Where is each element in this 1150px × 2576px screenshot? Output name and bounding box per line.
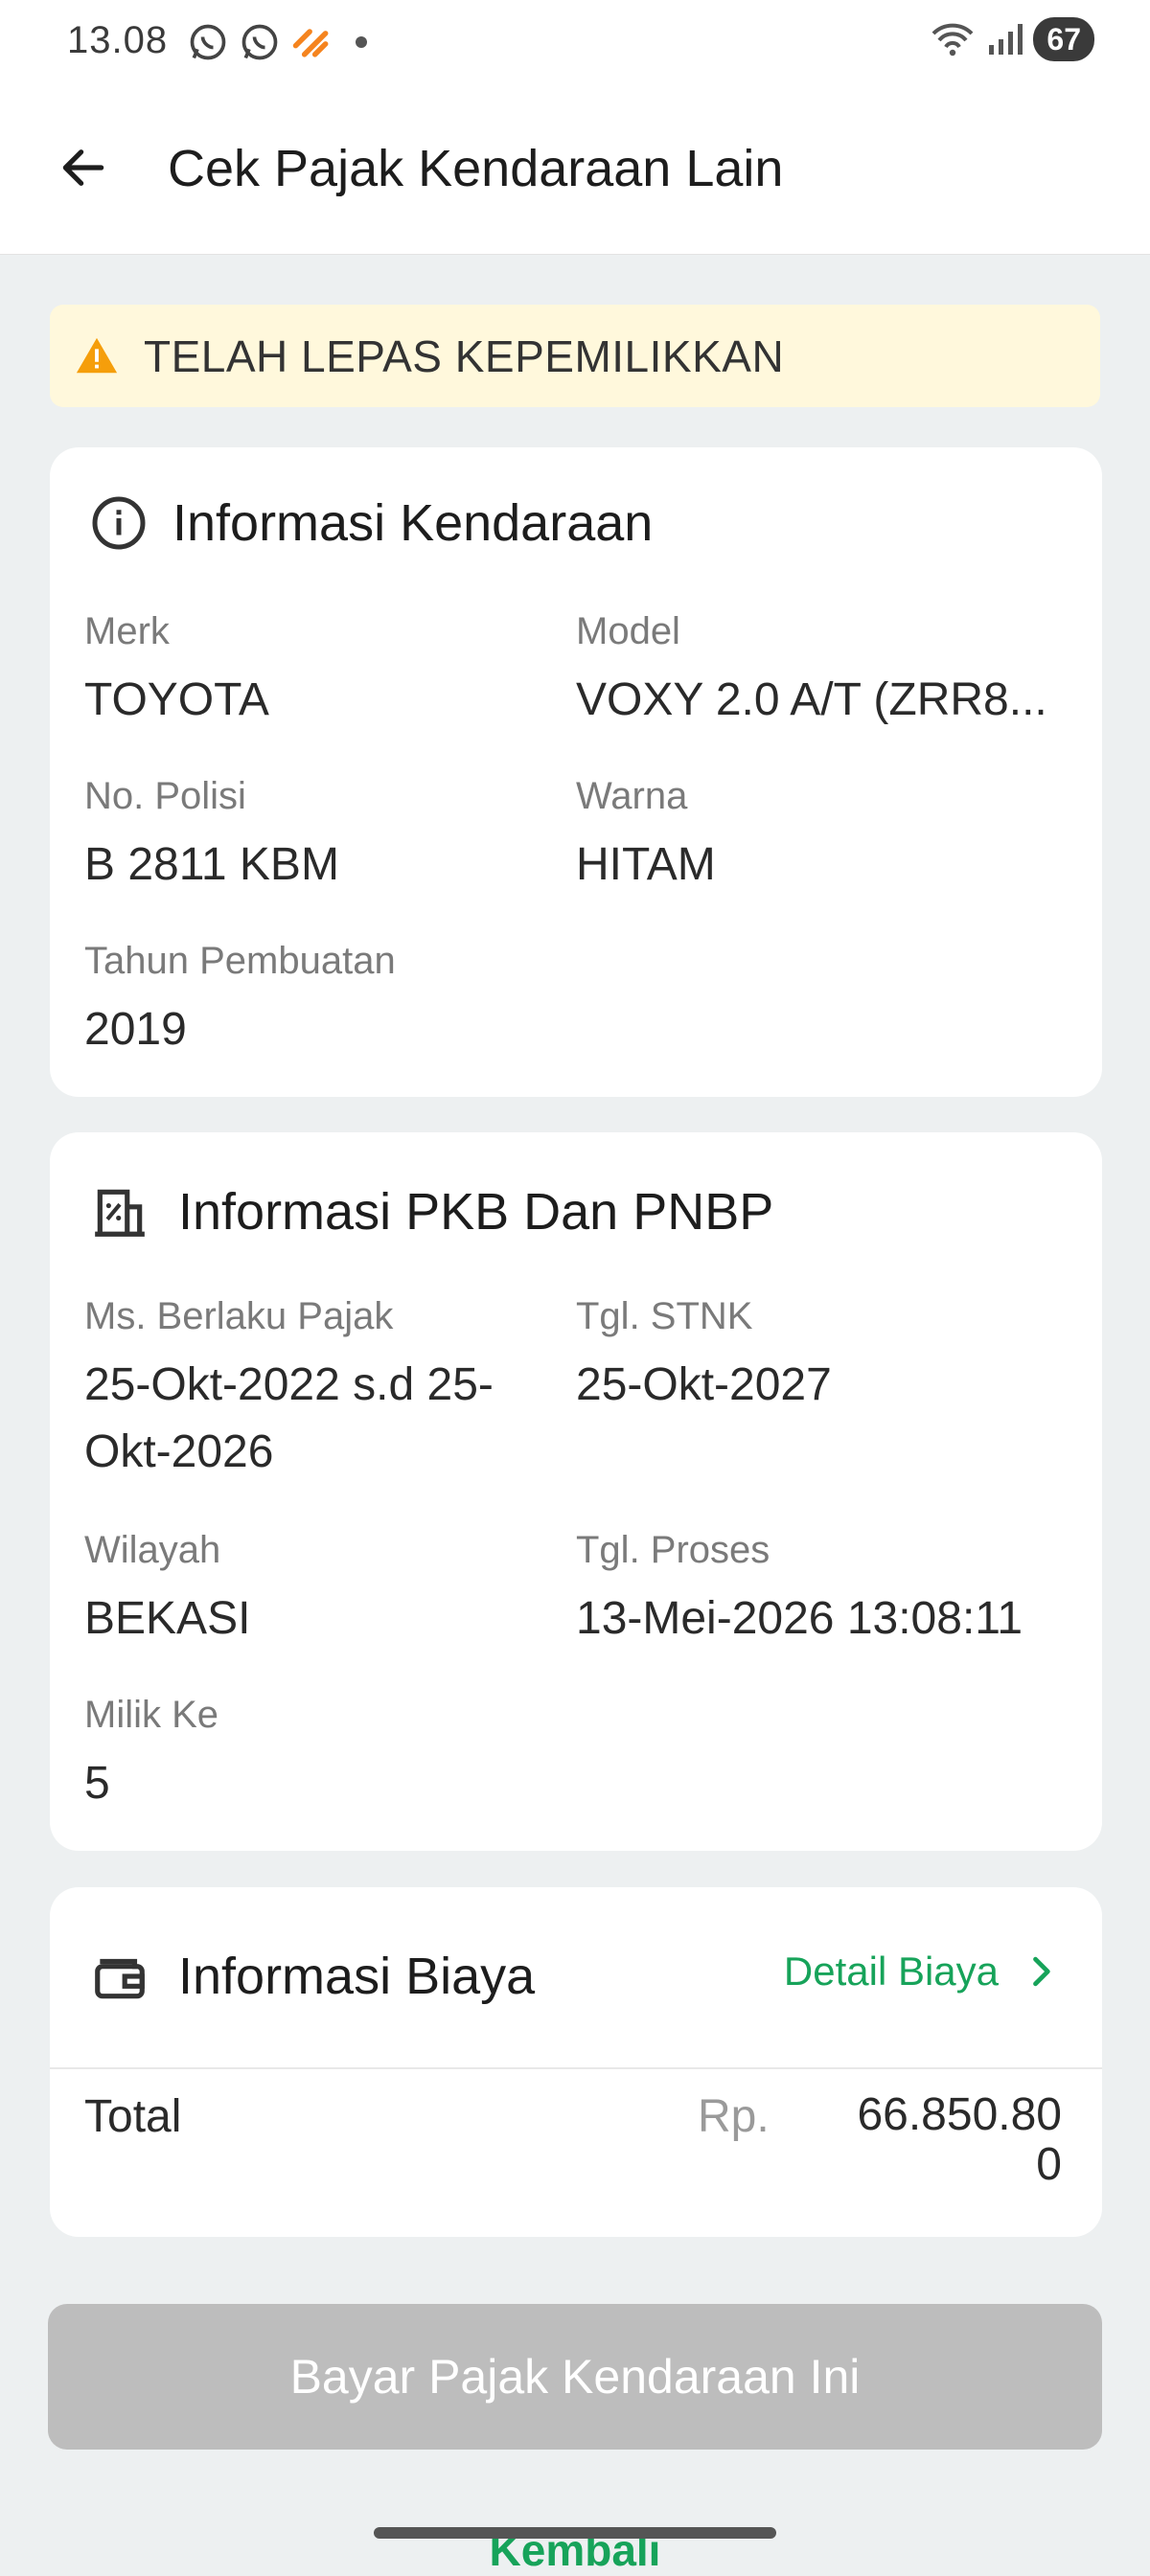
field-label: Model [576,610,680,652]
field-milik-ke: Milik Ke 5 [84,1694,218,1817]
field-value: 2019 [84,1004,187,1055]
arrow-left-icon [62,149,104,186]
field-value: 25-Okt-2022 s.d 25-Okt-2026 [84,1359,494,1477]
info-icon [92,496,146,550]
field-label: Ms. Berlaku Pajak [84,1295,394,1337]
pkb-info-card: Informasi PKB Dan PNBP Ms. Berlaku Pajak… [50,1132,1102,1851]
field-tahun: Tahun Pembuatan 2019 [84,940,396,1063]
signal-icon [989,24,1024,55]
tax-building-icon [95,1189,145,1237]
field-label: Wilayah [84,1529,221,1571]
pay-tax-button[interactable]: Bayar Pajak Kendaraan Ini [48,2304,1102,2450]
card-title: Informasi Biaya [178,1948,536,2005]
more-notifications-dot [356,36,367,48]
app-bar: Cek Pajak Kendaraan Lain [0,86,1150,255]
field-no-polisi: No. Polisi B 2811 KBM [84,775,339,899]
field-model: Model VOXY 2.0 A/T (ZRR8... [576,610,1047,734]
field-value: TOYOTA [84,674,269,725]
field-merk: Merk TOYOTA [84,610,269,734]
status-bar: 13.08 67 [0,0,1150,86]
field-value: HITAM [576,839,716,890]
status-time: 13.08 [67,19,169,61]
detail-biaya-link[interactable]: Detail Biaya [784,1949,1062,1995]
field-value: 5 [84,1758,110,1809]
field-label: Warna [576,775,688,817]
cost-info-card: Informasi Biaya Detail Biaya Total Rp. 6… [50,1887,1102,2237]
detail-biaya-label: Detail Biaya [783,1949,999,1994]
total-value: 66.850.800 [857,2089,1062,2190]
field-label: Merk [84,610,170,652]
battery-indicator: 67 [1033,17,1094,61]
home-indicator [374,2527,776,2539]
field-label: No. Polisi [84,775,246,817]
field-value: 13-Mei-2026 13:08:11 [576,1593,1024,1644]
field-value: VOXY 2.0 A/T (ZRR8... [576,674,1047,725]
currency-label: Rp. [698,2091,770,2142]
card-title: Informasi Kendaraan [172,494,654,552]
field-masa-berlaku: Ms. Berlaku Pajak 25-Okt-2022 s.d 25-Okt… [84,1295,564,1486]
field-warna: Warna HITAM [576,775,716,899]
field-value: BEKASI [84,1593,251,1644]
field-label: Tgl. Proses [576,1529,770,1571]
whatsapp-icon [190,24,226,60]
vehicle-info-card: Informasi Kendaraan Merk TOYOTA Model VO… [50,447,1102,1097]
warning-icon [76,337,118,373]
card-header: Informasi PKB Dan PNBP [90,1182,773,1242]
field-label: Tgl. STNK [576,1295,753,1337]
alert-text: TELAH LEPAS KEPEMILIKKAN [144,331,785,381]
card-header: Informasi Biaya [90,1947,535,2006]
ownership-alert: TELAH LEPAS KEPEMILIKKAN [50,305,1100,407]
wifi-icon [932,23,974,57]
field-tgl-proses: Tgl. Proses 13-Mei-2026 13:08:11 [576,1529,1023,1653]
wallet-icon [95,1958,145,1999]
field-tgl-stnk: Tgl. STNK 25-Okt-2027 [576,1295,832,1419]
field-value: B 2811 KBM [84,839,339,890]
card-title: Informasi PKB Dan PNBP [178,1183,774,1241]
field-value: 25-Okt-2027 [576,1359,832,1410]
field-label: Tahun Pembuatan [84,940,396,982]
field-wilayah: Wilayah BEKASI [84,1529,250,1653]
total-label: Total [84,2091,182,2142]
back-button[interactable] [50,134,117,201]
page-title: Cek Pajak Kendaraan Lain [168,140,784,197]
card-header: Informasi Kendaraan [90,493,653,553]
notification-icons [187,21,367,63]
whatsapp-icon [242,24,278,60]
field-label: Milik Ke [84,1694,219,1736]
divider [50,2067,1102,2069]
app-notification-icon [292,29,329,57]
chevron-right-icon [1033,1956,1050,1987]
